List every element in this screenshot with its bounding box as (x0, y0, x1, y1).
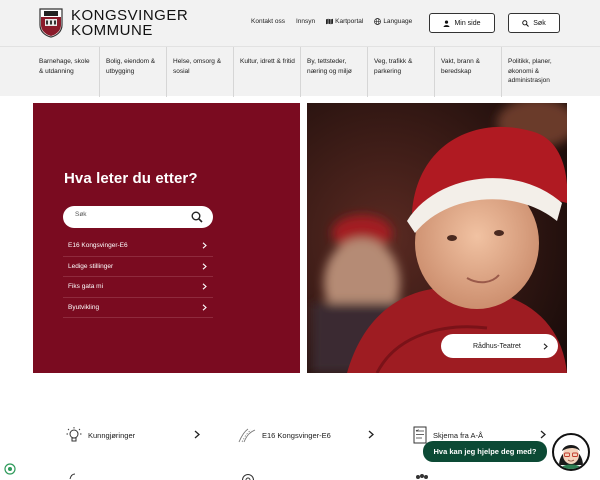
logo-line-1: KONGSVINGER (71, 7, 189, 24)
hero-photo: Rådhus-Teatret (307, 103, 567, 373)
e16-link[interactable]: E16 Kongsvinger-E6 (238, 426, 376, 444)
quick-link-e16[interactable]: E16 Kongsvinger-E6 (63, 236, 213, 257)
site-logo[interactable]: KONGSVINGER KOMMUNE (39, 8, 188, 38)
info-icon (69, 473, 76, 480)
quick-link-label: Byutvikling (68, 303, 100, 311)
search-button-label: Søk (533, 19, 546, 27)
quick-link-label: Ledige stillinger (68, 262, 114, 270)
quick-link-label: Fiks gata mi (68, 283, 104, 291)
innsyn-link[interactable]: Innsyn (296, 18, 315, 25)
min-side-button[interactable]: Min side (429, 13, 495, 33)
form-icon (413, 426, 427, 444)
chevron-right-icon (540, 430, 546, 439)
logo-line-2: KOMMUNE (71, 22, 153, 39)
assistant-face-icon (559, 445, 583, 469)
nav-item-barnehage[interactable]: Barnehage, skole & utdanning (33, 47, 100, 97)
nav-item-politikk[interactable]: Politikk, planer, økonomi & administrasj… (502, 47, 569, 97)
main-navigation: Barnehage, skole & utdanning Bolig, eien… (0, 46, 600, 97)
chat-prompt-bubble[interactable]: Hva kan jeg hjelpe deg med? (423, 441, 547, 462)
chat-assistant-avatar[interactable] (552, 433, 590, 471)
quick-links-list: E16 Kongsvinger-E6 Ledige stillinger Fik… (63, 236, 213, 318)
kartportal-link[interactable]: Kartportal (326, 18, 363, 25)
top-links: Kontakt oss Innsyn Kartportal Language (251, 18, 423, 25)
search-icon (522, 19, 530, 27)
kartportal-label: Kartportal (335, 18, 364, 25)
site-header: KONGSVINGER KOMMUNE Kontakt oss Innsyn K… (0, 0, 600, 46)
coat-of-arms-icon (39, 8, 63, 38)
road-icon (238, 428, 256, 443)
search-icon[interactable] (191, 211, 203, 223)
kunngjoringer-label: Kunngjøringer (88, 430, 136, 440)
chevron-right-icon (202, 304, 207, 311)
radhus-teatret-label: Rådhus-Teatret (473, 342, 521, 350)
logo-text: KONGSVINGER KOMMUNE (71, 8, 188, 38)
radhus-teatret-button[interactable]: Rådhus-Teatret (441, 334, 558, 358)
nav-item-by[interactable]: By, tettsteder, næring og miljø (301, 47, 368, 97)
hero-image (307, 103, 567, 373)
search-panel: Hva leter du etter? E16 Kongsvinger-E6 L… (33, 103, 300, 373)
chevron-right-icon (543, 342, 548, 350)
accessibility-widget-icon[interactable] (4, 463, 16, 475)
min-side-label: Min side (454, 19, 481, 27)
quick-link-byutvikling[interactable]: Byutvikling (63, 298, 213, 318)
e16-label: E16 Kongsvinger-E6 (262, 430, 331, 440)
chevron-right-icon (194, 430, 200, 439)
user-icon (444, 19, 450, 27)
quick-link-stillinger[interactable]: Ledige stillinger (63, 257, 213, 277)
location-icon (242, 474, 254, 480)
chevron-right-icon (202, 263, 207, 270)
skjema-label: Skjema fra A-Å (433, 430, 484, 440)
nav-item-helse[interactable]: Helse, omsorg & sosial (167, 47, 234, 97)
search-button[interactable]: Søk (508, 13, 560, 33)
nav-item-kultur[interactable]: Kultur, idrett & fritid (234, 47, 301, 97)
quick-link-label: E16 Kongsvinger-E6 (68, 242, 128, 250)
globe-icon (374, 18, 382, 25)
chevron-right-icon (368, 430, 374, 439)
nav-item-bolig[interactable]: Bolig, eiendom & utbygging (100, 47, 167, 97)
lightbulb-icon (66, 427, 82, 442)
people-icon (416, 474, 428, 479)
map-icon (326, 18, 334, 25)
contact-link[interactable]: Kontakt oss (251, 18, 285, 25)
search-input[interactable] (75, 211, 185, 218)
chevron-right-icon (202, 283, 207, 290)
kunngjoringer-link[interactable]: Kunngjøringer (66, 426, 202, 444)
language-label: Language (383, 18, 413, 25)
quick-link-fiks-gata[interactable]: Fiks gata mi (63, 277, 213, 298)
chevron-right-icon (202, 242, 207, 249)
nav-item-veg[interactable]: Veg, trafikk & parkering (368, 47, 435, 97)
nav-item-vakt[interactable]: Vakt, brann & beredskap (435, 47, 502, 97)
language-link[interactable]: Language (374, 18, 412, 25)
search-panel-title: Hva leter du etter? (64, 170, 198, 187)
search-box (63, 206, 213, 228)
